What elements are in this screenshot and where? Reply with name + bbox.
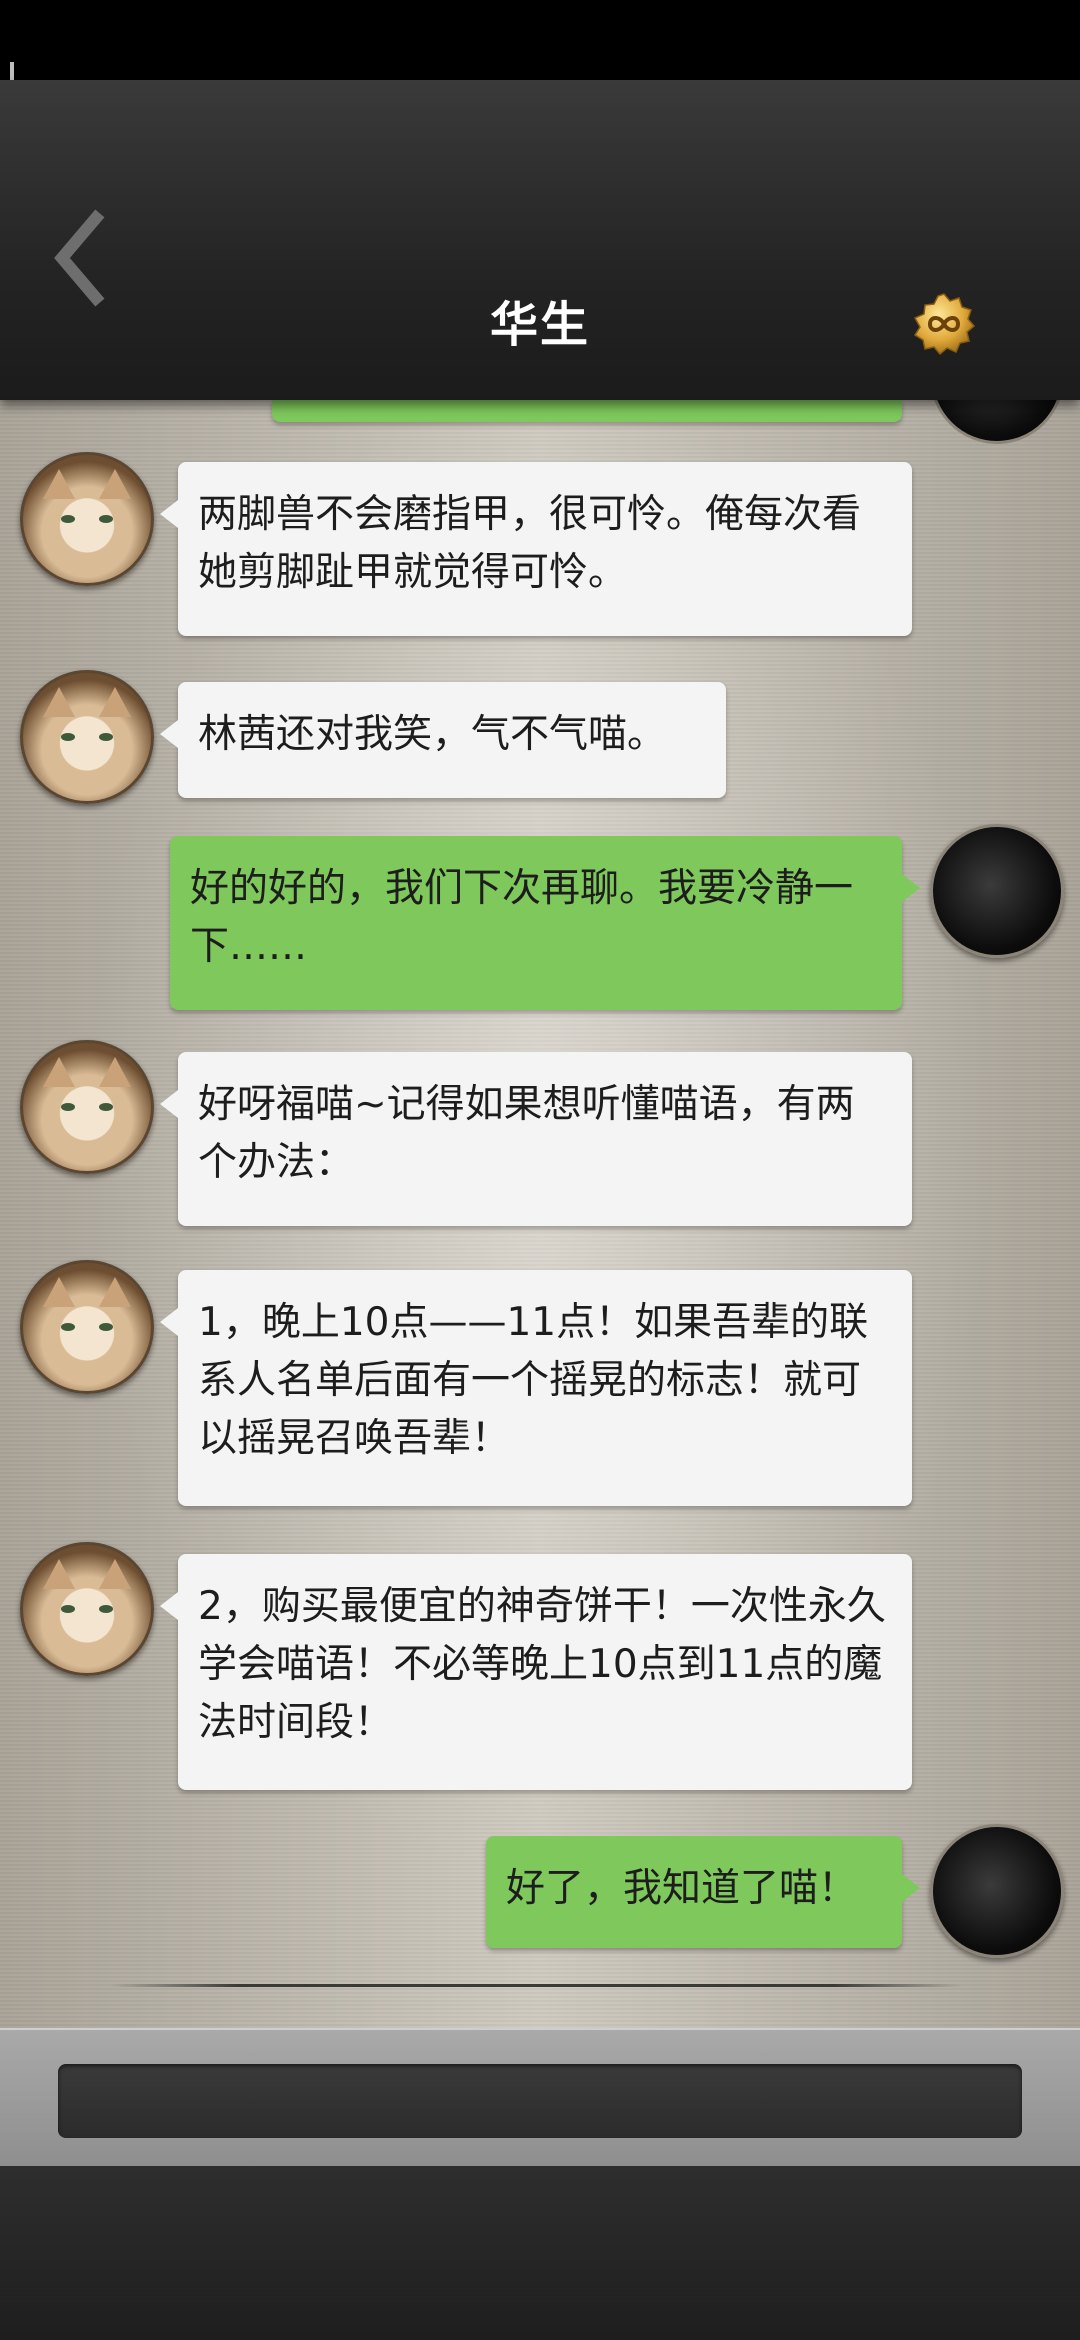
divider	[110, 1984, 962, 1987]
message-text: 林茜还对我笑，气不气喵。	[198, 712, 667, 757]
message-input[interactable]	[58, 2064, 1022, 2138]
gold-coin-infinity-icon	[913, 293, 976, 356]
outgoing-message-bubble[interactable]: 好了，我知道了喵！	[486, 1836, 920, 1948]
cat-avatar[interactable]	[20, 1040, 154, 1174]
message-text: 好呀福喵~记得如果想听懂喵语，有两个办法：	[198, 1082, 855, 1185]
incoming-message-bubble[interactable]: 1，晚上10点——11点！如果吾辈的联系人名单后面有一个摇晃的标志！就可以摇晃召…	[160, 1270, 912, 1506]
status-bar	[0, 0, 1080, 80]
message-text: 两脚兽不会磨指甲，很可怜。俺每次看她剪脚趾甲就觉得可怜。	[198, 492, 862, 595]
incoming-message-bubble[interactable]: 两脚兽不会磨指甲，很可怜。俺每次看她剪脚趾甲就觉得可怜。	[160, 462, 912, 636]
cat-avatar[interactable]	[20, 1542, 154, 1676]
outgoing-message-bubble[interactable]: 好的好的，我们下次再聊。我要冷静一下……	[170, 836, 920, 1010]
cat-avatar[interactable]	[20, 452, 154, 586]
cat-avatar[interactable]	[20, 670, 154, 804]
coin-button[interactable]	[912, 292, 976, 356]
cat-avatar[interactable]	[20, 1260, 154, 1394]
input-bar	[0, 2028, 1080, 2168]
message-text: 好了，我知道了喵！	[506, 1866, 858, 1911]
bottom-panel	[0, 2166, 1080, 2340]
user-avatar[interactable]	[930, 1824, 1064, 1958]
message-text: 1，晚上10点——11点！如果吾辈的联系人名单后面有一个摇晃的标志！就可以摇晃召…	[198, 1300, 869, 1461]
chat-area[interactable]: 两脚兽不会磨指甲，很可怜。俺每次看她剪脚趾甲就觉得可怜。 林茜还对我笑，气不气喵…	[0, 400, 1080, 2028]
incoming-message-bubble[interactable]: 2，购买最便宜的神奇饼干！一次性永久学会喵语！不必等晚上10点到11点的魔法时间…	[160, 1554, 912, 1790]
message-text: 好的好的，我们下次再聊。我要冷静一下……	[190, 866, 854, 969]
incoming-message-bubble[interactable]: 林茜还对我笑，气不气喵。	[160, 682, 726, 798]
incoming-message-bubble[interactable]: 好呀福喵~记得如果想听懂喵语，有两个办法：	[160, 1052, 912, 1226]
user-avatar[interactable]	[930, 824, 1064, 958]
partial-outgoing-bubble	[272, 400, 902, 422]
user-avatar	[930, 400, 1064, 444]
message-text: 2，购买最便宜的神奇饼干！一次性永久学会喵语！不必等晚上10点到11点的魔法时间…	[198, 1584, 886, 1745]
